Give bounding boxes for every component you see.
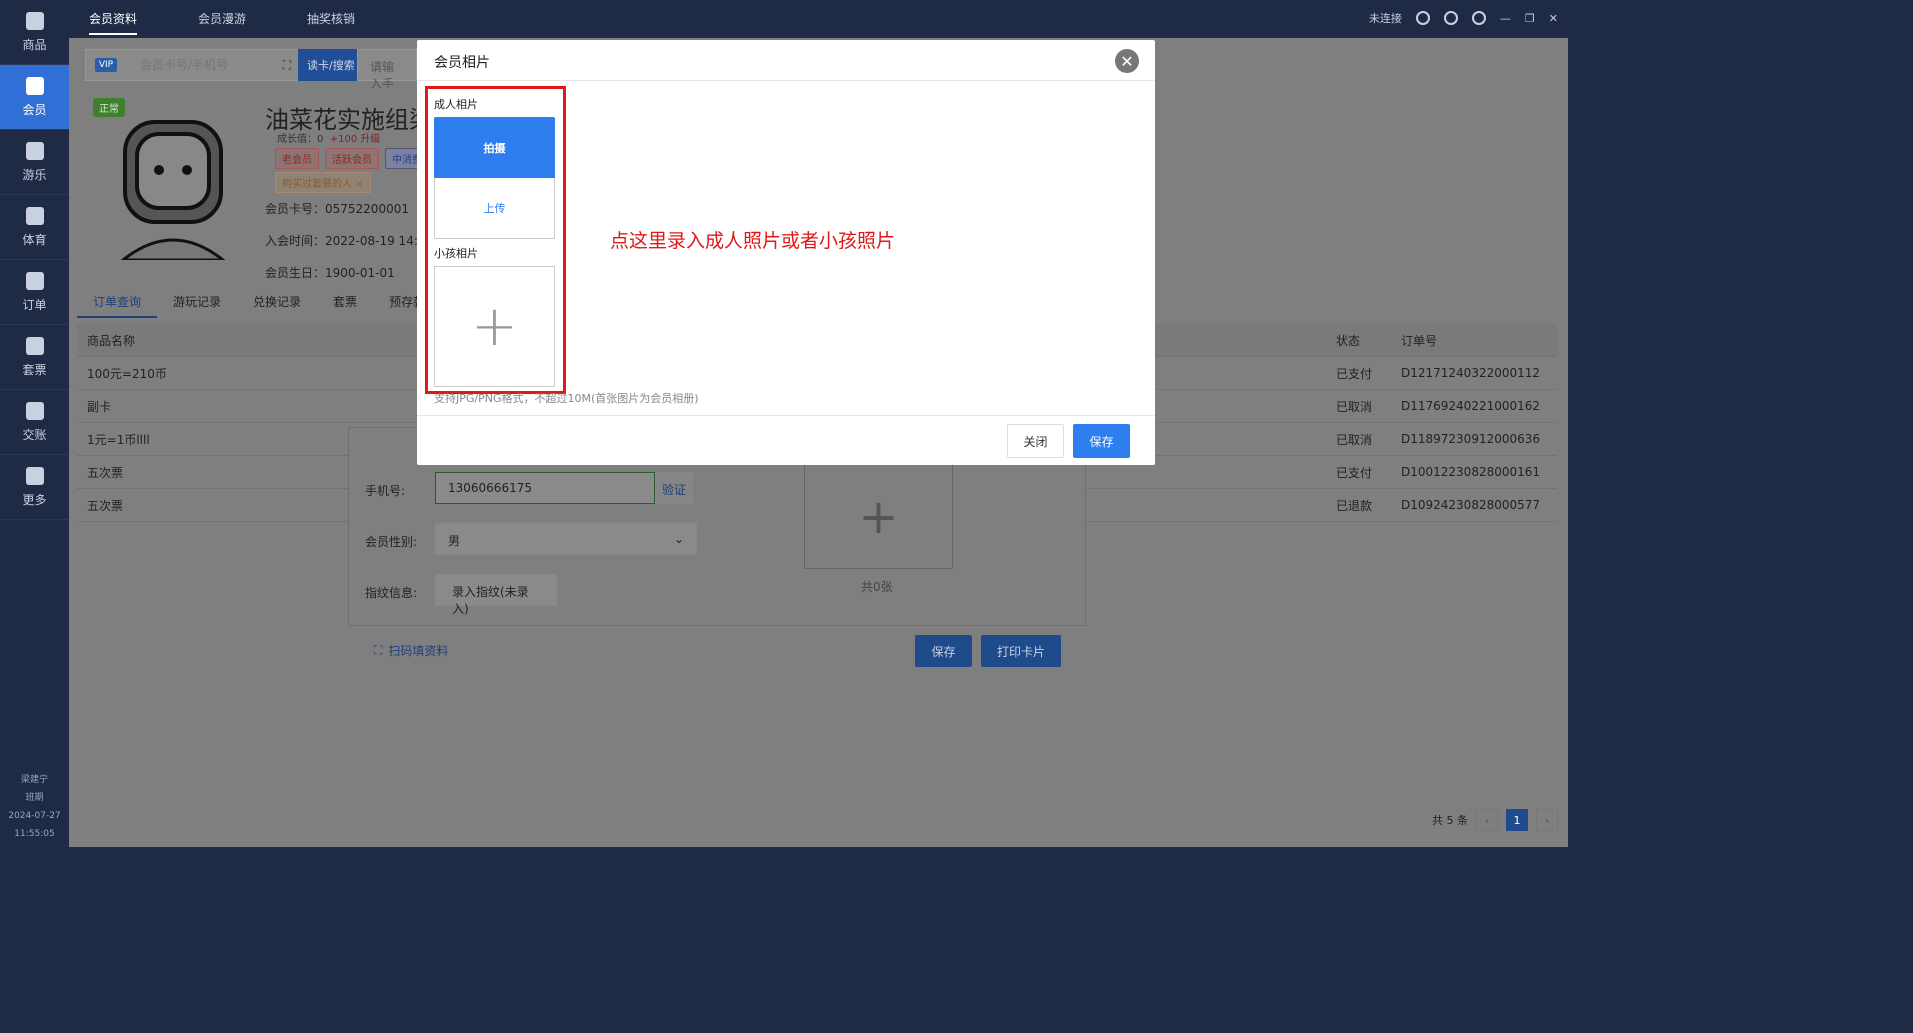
- sidebar-item-ride[interactable]: 游乐: [0, 130, 69, 195]
- dialog-header: 会员相片 ✕: [417, 40, 1155, 81]
- chevron-down-icon: ⌄: [673, 532, 684, 546]
- close-button[interactable]: 关闭: [1007, 424, 1064, 458]
- phone-input[interactable]: 13060666175: [435, 472, 655, 504]
- shift-label: 班期: [25, 793, 44, 803]
- fingerprint-label: 指纹信息:: [365, 586, 418, 600]
- member-search-bar: VIP ⛶ 读卡/搜索: [85, 49, 365, 81]
- dialog-footer: 关闭 保存: [417, 415, 1155, 465]
- sidebar-item-product[interactable]: 商品: [0, 0, 69, 65]
- more-icon: [25, 466, 44, 485]
- connection-status: 未连接: [1368, 12, 1402, 25]
- dialog-title: 会员相片: [434, 55, 490, 71]
- edit-action-bar: ⛶ 扫码填资料 保存 打印卡片: [348, 625, 1086, 675]
- close-icon[interactable]: ✕: [1549, 12, 1558, 25]
- handover-icon: [25, 401, 44, 420]
- shift-date: 2024-07-27: [8, 811, 61, 821]
- sidebar-item-label: 会员: [22, 102, 47, 117]
- order-icon: [25, 271, 44, 290]
- sidebar-item-label: 商品: [22, 37, 47, 52]
- card-search-input[interactable]: [126, 50, 276, 80]
- adult-photo-label: 成人相片: [434, 98, 478, 111]
- ticket-icon: [25, 336, 44, 355]
- photo-add-box[interactable]: +: [804, 464, 953, 569]
- birthday: 会员生日：1900-01-01: [265, 266, 395, 280]
- upload-button[interactable]: 上传: [434, 178, 555, 239]
- sidebar-footer: 梁建宁 班期 2024-07-27 11:55:05: [0, 771, 69, 847]
- avatar: [120, 120, 226, 260]
- member-tag: 活跃会员: [325, 148, 379, 169]
- tab-member-roam[interactable]: 会员漫游: [198, 10, 246, 27]
- lock-icon[interactable]: [1471, 11, 1486, 25]
- sidebar-item-label: 订单: [22, 297, 47, 312]
- scan-icon: ⛶: [374, 643, 383, 657]
- minimize-icon[interactable]: —: [1500, 12, 1511, 25]
- sidebar-item-label: 体育: [22, 232, 47, 247]
- sidebar-item-label: 套票: [22, 362, 47, 377]
- close-icon[interactable]: ✕: [1115, 49, 1139, 73]
- bell-icon[interactable]: [1415, 11, 1430, 25]
- secondary-search-input[interactable]: 请输入手: [357, 49, 417, 91]
- operator-name: 梁建宁: [20, 775, 48, 785]
- sidebar-item-handover[interactable]: 交账: [0, 390, 69, 455]
- ride-icon: [25, 141, 44, 160]
- verify-button[interactable]: 验证: [655, 472, 693, 504]
- shoot-button[interactable]: 拍摄: [434, 117, 555, 178]
- headset-icon[interactable]: [1443, 11, 1458, 25]
- card-number: 会员卡号：05752200001: [265, 202, 409, 216]
- sidebar-item-label: 更多: [22, 492, 47, 507]
- sidebar-item-label: 游乐: [22, 167, 47, 182]
- top-bar: 会员资料 会员漫游 抽奖核销 未连接 — ❐ ✕: [69, 0, 1568, 38]
- pagination: 共 5 条 ‹ 1 ›: [1432, 809, 1558, 831]
- gender-select[interactable]: 男 ⌄: [435, 523, 697, 555]
- growth-value: 成长值：0 +100 升级: [277, 134, 381, 145]
- product-icon: [25, 11, 44, 30]
- member-tag: 老会员: [275, 148, 319, 169]
- phone-label: 手机号:: [365, 484, 406, 498]
- tab-exchange-record[interactable]: 兑换记录: [237, 292, 317, 318]
- annotation-text: 点这里录入成人照片或者小孩照片: [610, 230, 896, 252]
- tab-order-query[interactable]: 订单查询: [77, 292, 158, 318]
- tab-lottery-redeem[interactable]: 抽奖核销: [307, 10, 355, 27]
- sidebar-item-label: 交账: [22, 427, 47, 442]
- shift-time: 11:55:05: [14, 829, 55, 839]
- upload-hint: 支持JPG/PNG格式，不超过10M(首张图片为会员相册): [434, 392, 699, 405]
- save-button[interactable]: 保存: [1073, 424, 1130, 458]
- sidebar-item-member[interactable]: 会员: [0, 65, 69, 130]
- scan-fill-button[interactable]: ⛶ 扫码填资料: [374, 642, 448, 659]
- photo-count: 共0张: [861, 580, 893, 594]
- member-photo-dialog: 会员相片 ✕ 成人相片 拍摄 上传 小孩相片 + 支持JPG/PNG格式，不超过…: [417, 40, 1155, 465]
- sidebar-item-ticket[interactable]: 套票: [0, 325, 69, 390]
- child-photo-add[interactable]: +: [434, 266, 555, 387]
- fingerprint-button[interactable]: 录入指纹(未录入): [435, 574, 557, 616]
- join-time: 入会时间：2022-08-19 14:15:: [265, 234, 438, 248]
- print-card-button[interactable]: 打印卡片: [981, 635, 1061, 667]
- sports-icon: [25, 206, 44, 225]
- restore-icon[interactable]: ❐: [1525, 12, 1535, 25]
- save-button[interactable]: 保存: [915, 635, 972, 667]
- prev-page-button[interactable]: ‹: [1476, 809, 1498, 831]
- read-card-button[interactable]: 读卡/搜索: [298, 49, 364, 81]
- member-tag-removable[interactable]: 购买过套餐的人 ×: [275, 172, 371, 193]
- record-tabs: 订单查询 游玩记录 兑换记录 套票 预存款: [77, 292, 441, 320]
- sidebar: 商品 会员 游乐 体育 订单 套票 交账 更多 梁建宁 班期 2024-07-2…: [0, 0, 69, 847]
- vip-badge: VIP: [86, 50, 126, 80]
- gender-label: 会员性别:: [365, 535, 418, 549]
- window-controls: 未连接 — ❐ ✕: [1369, 10, 1558, 26]
- sidebar-item-sports[interactable]: 体育: [0, 195, 69, 260]
- next-page-button[interactable]: ›: [1536, 809, 1558, 831]
- child-photo-label: 小孩相片: [434, 247, 478, 260]
- page-number[interactable]: 1: [1506, 809, 1528, 831]
- tab-play-record[interactable]: 游玩记录: [157, 292, 237, 318]
- sidebar-item-order[interactable]: 订单: [0, 260, 69, 325]
- scan-icon[interactable]: ⛶: [276, 50, 298, 80]
- tab-package-ticket[interactable]: 套票: [317, 292, 373, 318]
- total-count: 共 5 条: [1432, 814, 1468, 827]
- tab-member-info[interactable]: 会员资料: [89, 10, 138, 35]
- status-badge: 正常: [93, 98, 125, 117]
- sidebar-item-more[interactable]: 更多: [0, 455, 69, 520]
- vip-icon: [25, 76, 44, 95]
- member-tags: 老会员 活跃会员 中消费: [275, 148, 429, 169]
